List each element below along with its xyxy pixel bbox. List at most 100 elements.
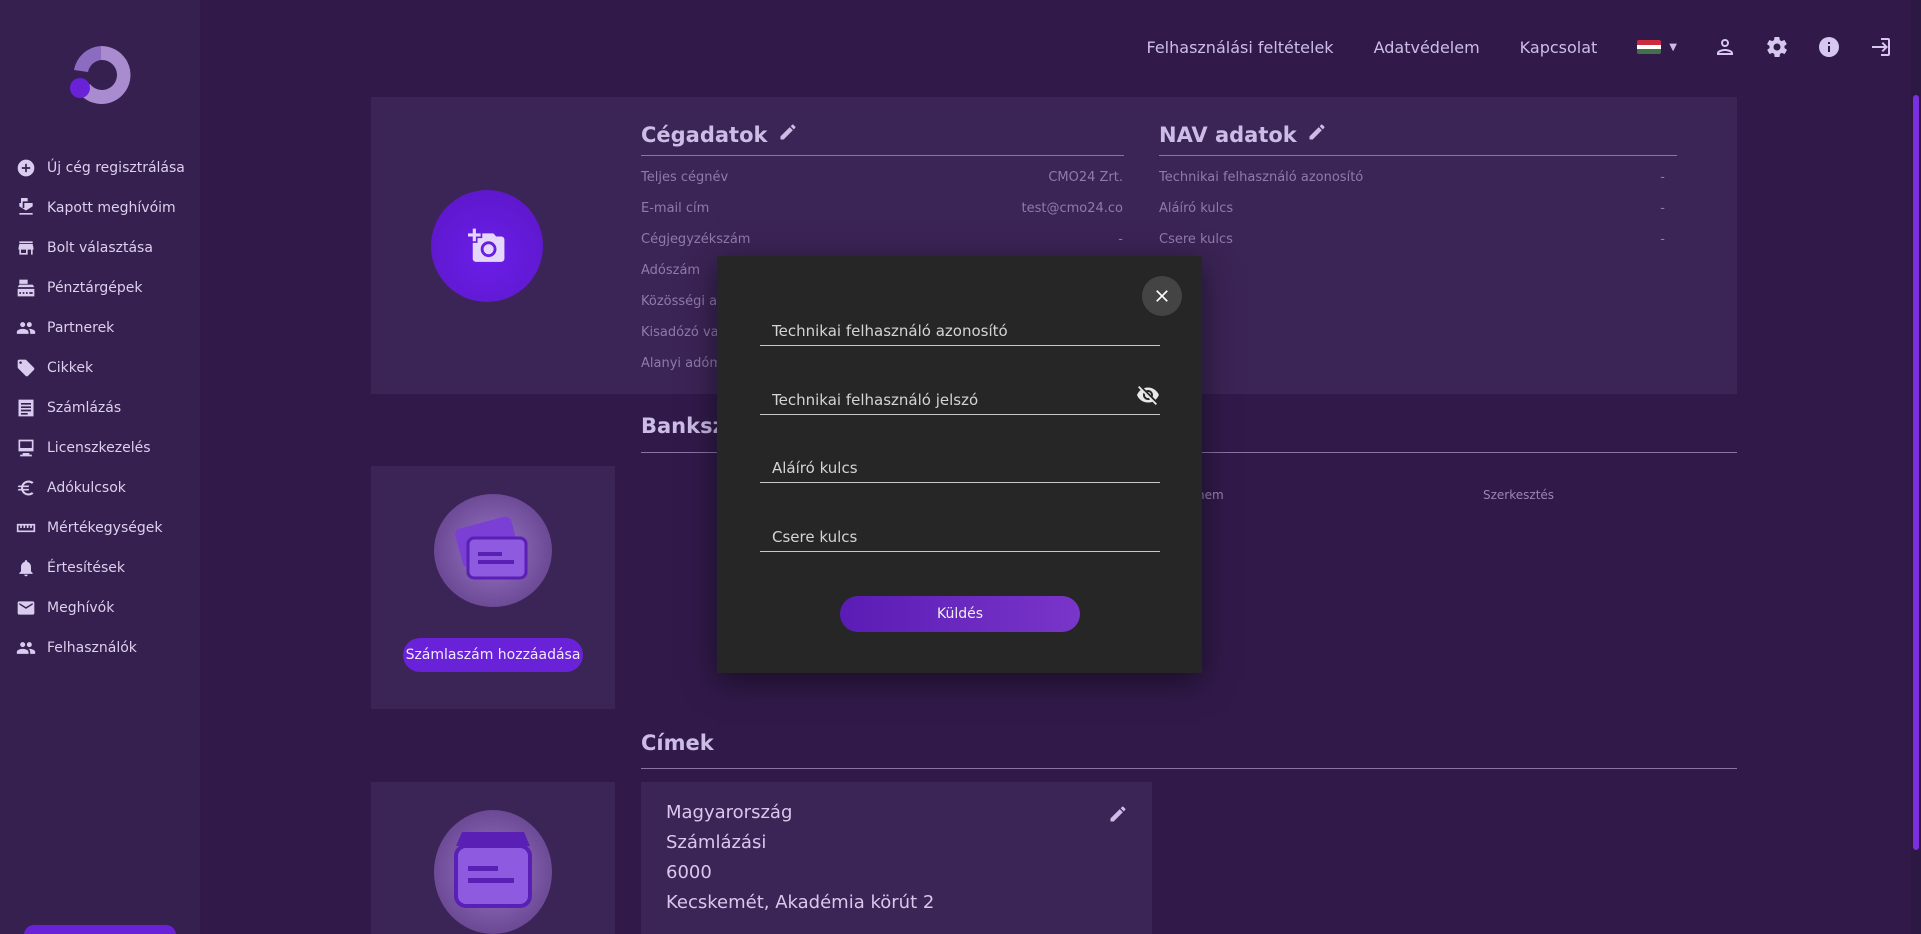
company-row-label: Alanyi adóm [641,356,722,371]
mail-open-icon [15,197,37,219]
app-logo[interactable] [68,42,134,108]
sidebar-item-cash-registers[interactable]: Pénztárgépek [0,268,200,308]
sidebar-item-label: Mértékegységek [47,520,163,536]
edit-icon[interactable] [768,122,798,147]
company-row-label: Teljes cégnév [641,170,729,185]
address-street: Kecskemét, Akadémia körút 2 [666,892,935,913]
sidebar-item-label: Számlázás [47,400,122,416]
sidebar-item-partners[interactable]: Partnerek [0,308,200,348]
people-icon [15,317,37,339]
user-icon[interactable] [1713,35,1737,59]
sidebar-item-units[interactable]: Mértékegységek [0,508,200,548]
company-row-label: Közösségi ad [641,294,726,309]
bank-column-edit: Szerkesztés [1483,488,1555,502]
sidebar-item-invitations-received[interactable]: Kapott meghívóim [0,188,200,228]
signing-key-field [760,439,1160,483]
gear-icon[interactable] [1765,35,1789,59]
sidebar-item-label: Új cég regisztrálása [47,160,185,176]
address-country: Magyarország [666,802,793,823]
visibility-off-icon[interactable] [1136,383,1160,407]
terms-link[interactable]: Felhasználási feltételek [1147,38,1334,57]
sidebar-item-new-company[interactable]: Új cég regisztrálása [0,148,200,188]
address-type: Számlázási [666,832,767,853]
sidebar-item-users[interactable]: Felhasználók [0,628,200,668]
technical-user-password-input[interactable] [760,371,1160,414]
store-illustration [434,810,552,934]
technical-user-id-field [760,302,1160,346]
company-row-value: - [1118,232,1123,247]
sidebar-item-label: Meghívók [47,600,115,616]
people-icon [15,637,37,659]
sidebar-item-invitations[interactable]: Meghívók [0,588,200,628]
logout-icon[interactable] [1869,35,1893,59]
sidebar-item-items[interactable]: Cikkek [0,348,200,388]
submit-button[interactable]: Küldés [840,596,1080,632]
address-zip: 6000 [666,862,712,883]
sidebar-bottom-button[interactable] [24,925,176,934]
sidebar-item-label: Cikkek [47,360,94,376]
chevron-down-icon[interactable]: ▼ [1669,42,1677,53]
nav-data-title: NAV adatok [1159,122,1327,147]
top-bar: Felhasználási feltételek Adatvédelem Kap… [1147,32,1921,62]
addresses-divider [641,768,1737,769]
info-icon[interactable] [1817,35,1841,59]
bell-icon [15,557,37,579]
sidebar-item-licensing[interactable]: Licenszkezelés [0,428,200,468]
company-row-label: Kisadózó vag [641,325,727,340]
company-row-label: Adószám [641,263,701,278]
nav-row-label: Csere kulcs [1159,232,1233,247]
sidebar-item-label: Pénztárgépek [47,280,143,296]
technical-user-id-input[interactable] [760,302,1160,345]
ruler-icon [15,517,37,539]
sidebar-item-notifications[interactable]: Értesítések [0,548,200,588]
sidebar-nav: Új cég regisztrálása Kapott meghívóim Bo… [0,148,200,668]
sidebar-item-label: Értesítések [47,560,126,576]
bank-accounts-title: Banksz [641,414,725,438]
sidebar-item-label: Licenszkezelés [47,440,151,456]
language-flag-icon[interactable] [1637,40,1662,54]
edit-icon[interactable] [1108,804,1128,824]
sidebar-item-label: Partnerek [47,320,115,336]
exchange-key-field [760,508,1160,552]
sidebar-item-store-select[interactable]: Bolt választása [0,228,200,268]
add-bank-account-button[interactable]: Számlaszám hozzáadása [403,638,583,672]
nav-row-value: - [1660,170,1665,185]
company-row-label: Cégjegyzékszám [641,232,751,247]
nav-row-label: Technikai felhasználó azonosító [1159,170,1364,185]
privacy-link[interactable]: Adatvédelem [1374,38,1480,57]
monitor-icon [15,437,37,459]
tag-icon [15,357,37,379]
company-data-title: Cégadatok [641,122,798,147]
receipt-icon [15,397,37,419]
company-row-label: E-mail cím [641,201,710,216]
nav-data-divider [1159,155,1677,156]
sidebar-item-tax-rates[interactable]: Adókulcsok [0,468,200,508]
nav-credentials-modal: Küldés [717,256,1202,673]
company-row-value: CMO24 Zrt. [1048,170,1123,185]
nav-row-label: Aláíró kulcs [1159,201,1234,216]
scrollbar-thumb[interactable] [1913,95,1919,850]
credit-card-illustration [434,494,552,607]
add-photo-icon [468,228,505,262]
edit-icon[interactable] [1297,122,1327,147]
add-circle-icon [15,157,37,179]
sidebar-item-label: Adókulcsok [47,480,126,496]
scrollbar[interactable] [1911,0,1921,934]
contact-link[interactable]: Kapcsolat [1520,38,1598,57]
signing-key-input[interactable] [760,439,1160,482]
exchange-key-input[interactable] [760,508,1160,551]
company-row-value: test@cmo24.co [1021,201,1123,216]
cash-register-icon [15,277,37,299]
euro-icon [15,477,37,499]
sidebar: Új cég regisztrálása Kapott meghívóim Bo… [0,0,200,934]
addresses-title: Címek [641,731,714,755]
upload-photo-button[interactable] [431,190,543,302]
nav-row-value: - [1660,232,1665,247]
sidebar-item-invoicing[interactable]: Számlázás [0,388,200,428]
store-icon [15,237,37,259]
sidebar-item-label: Bolt választása [47,240,153,256]
address-card: Magyarország Számlázási 6000 Kecskemét, … [641,782,1152,934]
sidebar-item-label: Kapott meghívóim [47,200,176,216]
nav-row-value: - [1660,201,1665,216]
technical-user-password-field [760,371,1160,415]
